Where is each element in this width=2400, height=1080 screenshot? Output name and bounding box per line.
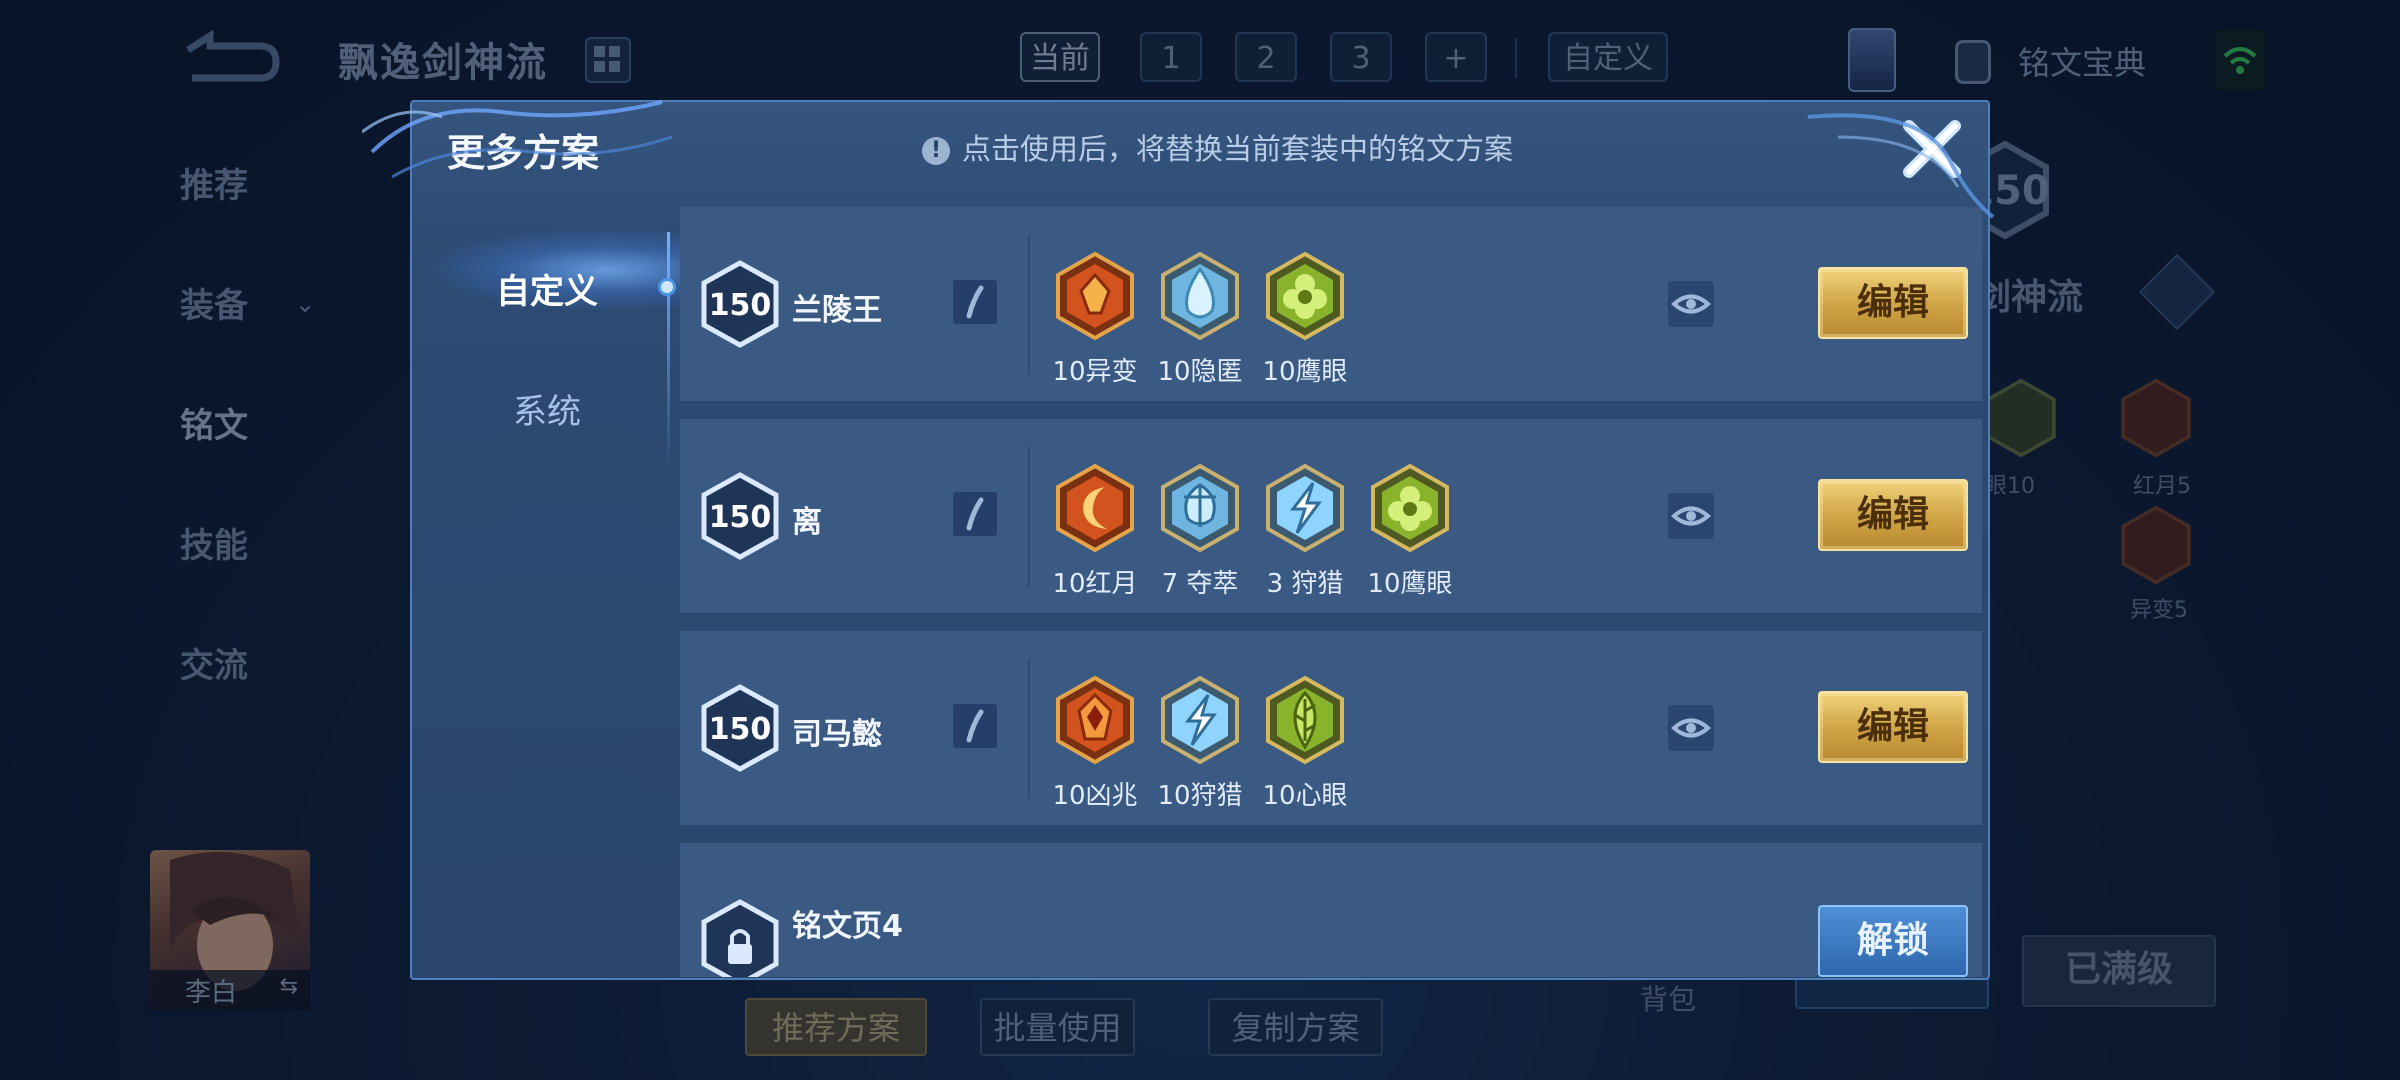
rune-label: 10心眼 [1262, 781, 1348, 811]
preview-button[interactable] [1668, 493, 1714, 539]
level-hex-icon: 150 [701, 472, 779, 560]
row-divider [1028, 659, 1030, 799]
level-hex-icon: 150 [701, 260, 779, 348]
level-hex-icon: 150 [701, 684, 779, 772]
green-flower-rune-icon [1266, 251, 1344, 341]
green-leaf-rune-icon [1266, 675, 1344, 765]
plan-name: 铭文页4 [792, 909, 903, 944]
info-icon: ! [922, 137, 950, 165]
row-divider [1028, 235, 1030, 375]
tab-custom-plans[interactable]: 自定义 [412, 264, 682, 313]
plan-level: 150 [709, 500, 772, 535]
plan-list[interactable]: 150 兰陵王 10异变 10隐匿 10鹰眼 编辑 150 离 10红月 7 夺… [680, 207, 1982, 977]
notice-text: 点击使用后，将替换当前套装中的铭文方案 [962, 132, 1514, 166]
row-divider [1028, 447, 1030, 587]
red-gem-rune-icon [1056, 251, 1134, 341]
rune-label: 10红月 [1052, 569, 1138, 599]
red-crest-rune-icon [1056, 675, 1134, 765]
rename-button[interactable] [952, 279, 998, 325]
rune-label: 7 夺萃 [1161, 569, 1239, 599]
rune-label: 3 狩猎 [1266, 569, 1344, 599]
tab-system-plans[interactable]: 系统 [412, 384, 682, 433]
rename-button[interactable] [952, 491, 998, 537]
eye-icon [1670, 294, 1712, 314]
rune-label: 10鹰眼 [1367, 569, 1453, 599]
rune-label: 10异变 [1052, 357, 1138, 387]
eye-icon [1670, 718, 1712, 738]
plan-level: 150 [709, 288, 772, 323]
rename-button[interactable] [952, 703, 998, 749]
pencil-icon [966, 285, 984, 319]
red-moon-rune-icon [1056, 463, 1134, 553]
rune-label: 10狩猎 [1157, 781, 1243, 811]
plan-level: 150 [709, 712, 772, 747]
decor-swirl-icon [362, 100, 673, 179]
preview-button[interactable] [1668, 705, 1714, 751]
rune-label: 10凶兆 [1052, 781, 1138, 811]
decor-swirl-icon [1807, 113, 1995, 219]
pencil-icon [966, 709, 984, 743]
edit-button[interactable]: 编辑 [1818, 479, 1968, 551]
notice: ! 点击使用后，将替换当前套装中的铭文方案 [922, 126, 1513, 168]
blue-knot-rune-icon [1161, 463, 1239, 553]
blue-drop-rune-icon [1161, 251, 1239, 341]
eye-icon [1670, 506, 1712, 526]
locked-plan-row[interactable]: 铭文页4 解锁 [680, 843, 1982, 977]
rune-label: 10鹰眼 [1262, 357, 1348, 387]
plan-name: 司马懿 [792, 717, 882, 752]
unlock-button[interactable]: 解锁 [1818, 905, 1968, 977]
plan-name: 兰陵王 [792, 293, 882, 328]
plan-row[interactable]: 150 司马懿 10凶兆 10狩猎 10心眼 编辑 [680, 631, 1982, 827]
rune-label: 10隐匿 [1157, 357, 1243, 387]
edit-button[interactable]: 编辑 [1818, 267, 1968, 339]
plan-row[interactable]: 150 兰陵王 10异变 10隐匿 10鹰眼 编辑 [680, 207, 1982, 403]
blue-bolt-rune-icon [1161, 675, 1239, 765]
edit-button[interactable]: 编辑 [1818, 691, 1968, 763]
preview-button[interactable] [1668, 281, 1714, 327]
plan-name: 离 [792, 505, 822, 540]
plan-row[interactable]: 150 离 10红月 7 夺萃 3 狩猎 10鹰眼 编辑 [680, 419, 1982, 615]
lock-hex-icon [701, 899, 779, 977]
blue-bolt-rune-icon [1266, 463, 1344, 553]
more-plans-modal: 更多方案 ! 点击使用后，将替换当前套装中的铭文方案 自定义 系统 150 兰陵王 [362, 100, 1995, 980]
green-flower-rune-icon [1371, 463, 1449, 553]
pencil-icon [966, 497, 984, 531]
